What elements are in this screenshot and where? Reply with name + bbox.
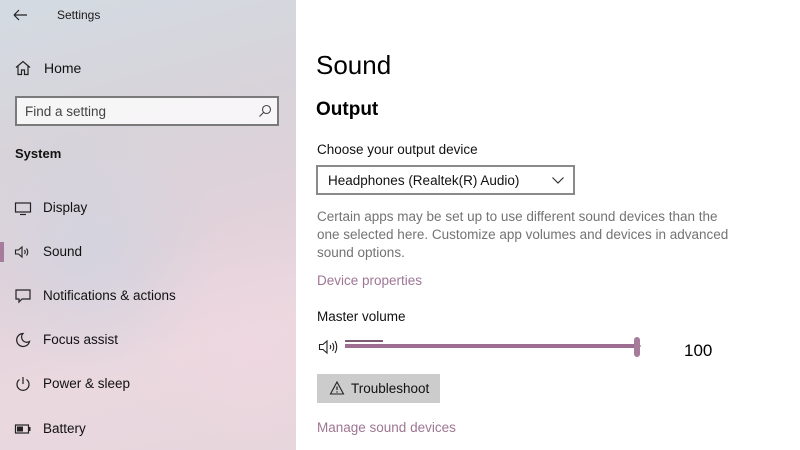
page-title: Sound — [316, 50, 392, 80]
sidebar-item-focus-assist[interactable]: Focus assist — [0, 324, 296, 356]
dropdown-selected-value: Headphones (Realtek(R) Audio) — [328, 173, 520, 188]
display-icon — [14, 202, 32, 216]
output-description: Certain apps may be set up to use differ… — [317, 209, 729, 260]
power-icon — [16, 377, 30, 391]
sidebar-item-label: Display — [43, 200, 88, 215]
chevron-down-icon — [552, 177, 564, 184]
output-heading: Output — [316, 99, 379, 120]
back-arrow-icon — [13, 9, 27, 21]
speaker-icon — [14, 245, 29, 259]
warning-icon — [329, 380, 345, 395]
notifications-icon — [15, 289, 31, 304]
slider-thumb[interactable] — [634, 337, 640, 357]
moon-icon — [16, 332, 31, 348]
selection-indicator — [0, 242, 4, 262]
sidebar-item-power-sleep[interactable]: Power & sleep — [0, 368, 296, 400]
home-nav-item[interactable]: Home — [14, 58, 81, 78]
sidebar-item-notifications[interactable]: Notifications & actions — [0, 280, 296, 312]
sidebar-item-label: Focus assist — [43, 332, 119, 347]
manage-sound-devices-link[interactable]: Manage sound devices — [317, 420, 456, 435]
sidebar-item-sound[interactable]: Sound — [0, 236, 296, 268]
volume-peak-meter — [345, 340, 383, 342]
device-properties-link[interactable]: Device properties — [317, 273, 422, 288]
master-volume-label: Master volume — [317, 309, 406, 324]
battery-icon — [14, 424, 31, 434]
volume-icon[interactable] — [318, 338, 340, 356]
sidebar-item-battery[interactable]: Battery — [0, 413, 296, 445]
master-volume-slider[interactable] — [345, 336, 641, 358]
sidebar: Settings Home System Display Sound — [0, 0, 296, 450]
troubleshoot-button[interactable]: Troubleshoot — [317, 374, 440, 403]
volume-value: 100 — [684, 341, 713, 360]
home-label: Home — [44, 60, 82, 76]
search-box[interactable] — [15, 96, 279, 126]
search-input[interactable] — [25, 102, 245, 120]
home-icon — [15, 60, 31, 76]
main-content: Sound Output Choose your output device H… — [296, 0, 800, 450]
sidebar-item-display[interactable]: Display — [0, 192, 296, 224]
troubleshoot-label: Troubleshoot — [351, 381, 430, 396]
output-device-label: Choose your output device — [317, 142, 478, 157]
slider-fill — [345, 344, 637, 348]
back-button[interactable] — [10, 6, 32, 24]
sidebar-item-label: Notifications & actions — [43, 288, 176, 303]
output-device-dropdown[interactable]: Headphones (Realtek(R) Audio) — [316, 165, 575, 195]
section-title: System — [15, 146, 62, 161]
title-bar: Settings — [0, 0, 296, 32]
sidebar-item-label: Battery — [43, 421, 86, 436]
app-title: Settings — [57, 8, 101, 22]
sidebar-item-label: Power & sleep — [43, 376, 131, 391]
search-icon[interactable] — [257, 103, 273, 119]
sidebar-item-label: Sound — [43, 244, 83, 259]
